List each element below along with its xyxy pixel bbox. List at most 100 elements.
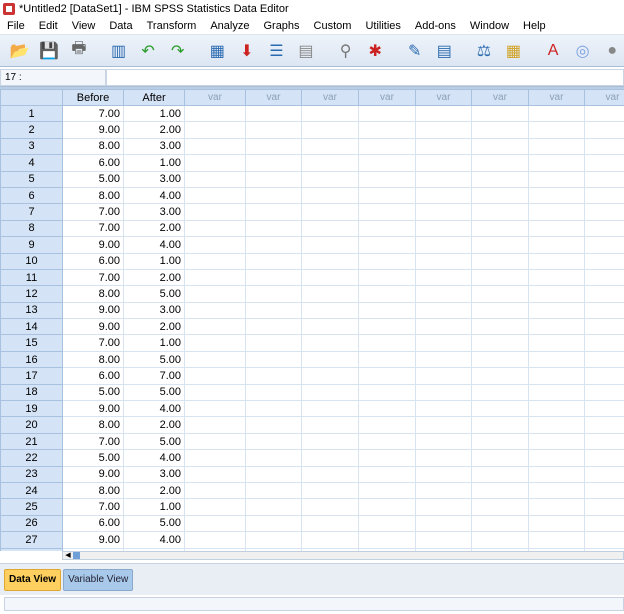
insert-cases-icon[interactable]: ⬇: [235, 39, 259, 63]
grid-cell[interactable]: 4.00: [123, 400, 185, 418]
grid-cell[interactable]: [301, 449, 359, 467]
grid-cell[interactable]: [245, 514, 302, 533]
grid-cell[interactable]: 3.00: [123, 203, 185, 221]
grid-cell[interactable]: [415, 531, 472, 549]
column-header-var-4[interactable]: var: [301, 89, 359, 106]
grid-cell[interactable]: [301, 104, 359, 123]
grid-cell[interactable]: 1.00: [123, 104, 185, 123]
grid-cell[interactable]: [584, 154, 624, 172]
grid-cell[interactable]: [415, 236, 472, 254]
grid-cell[interactable]: 2.00: [123, 219, 185, 238]
grid-cell[interactable]: [184, 531, 246, 549]
grid-cell[interactable]: 9.00: [62, 301, 124, 320]
grid-cell[interactable]: 7.00: [123, 367, 185, 385]
grid-cell[interactable]: [415, 367, 472, 385]
grid-cell[interactable]: 3.00: [123, 137, 185, 156]
grid-cell[interactable]: 4.00: [123, 186, 185, 205]
go-to-case-icon[interactable]: ▦: [205, 39, 229, 63]
grid-cell[interactable]: 9.00: [62, 400, 124, 418]
grid-cell[interactable]: [415, 301, 472, 320]
grid-cell[interactable]: [358, 104, 416, 123]
grid-cell[interactable]: [471, 236, 529, 254]
grid-cell[interactable]: [528, 465, 585, 483]
grid-cell[interactable]: [471, 367, 529, 385]
grid-cell[interactable]: [245, 400, 302, 418]
grid-cell[interactable]: 2.00: [123, 268, 185, 287]
grid-cell[interactable]: [471, 383, 529, 402]
row-header[interactable]: 21: [0, 432, 63, 451]
menu-file[interactable]: File: [0, 20, 32, 32]
grid-cell[interactable]: [584, 268, 624, 287]
grid-cell[interactable]: 8.00: [62, 350, 124, 369]
grid-cell[interactable]: [415, 383, 472, 402]
grid-cell[interactable]: [584, 350, 624, 369]
menu-add-ons[interactable]: Add-ons: [408, 20, 463, 32]
grid-cell[interactable]: [184, 383, 246, 402]
grid-cell[interactable]: [584, 252, 624, 270]
grid-cell[interactable]: 8.00: [62, 481, 124, 500]
grid-cell[interactable]: [358, 367, 416, 385]
grid-cell[interactable]: [528, 334, 585, 352]
grid-cell[interactable]: [301, 334, 359, 352]
grid-cell[interactable]: [301, 252, 359, 270]
grid-cell[interactable]: 1.00: [123, 154, 185, 172]
grid-cell[interactable]: [358, 121, 416, 139]
grid-cell[interactable]: [471, 203, 529, 221]
grid-cell[interactable]: [184, 104, 246, 123]
row-header[interactable]: 17: [0, 367, 63, 385]
grid-cell[interactable]: [528, 268, 585, 287]
grid-cell[interactable]: [184, 465, 246, 483]
spell-check-icon[interactable]: A: [541, 39, 565, 63]
grid-cell[interactable]: [415, 481, 472, 500]
grid-cell[interactable]: [245, 203, 302, 221]
grid-cell[interactable]: [301, 121, 359, 139]
grid-cell[interactable]: [471, 170, 529, 188]
grid-cell[interactable]: [358, 285, 416, 303]
grid-cell[interactable]: [471, 137, 529, 156]
grid-cell[interactable]: [301, 531, 359, 549]
grid-cell[interactable]: [358, 170, 416, 188]
grid-cell[interactable]: [358, 252, 416, 270]
grid-cell[interactable]: [471, 219, 529, 238]
grid-cell[interactable]: [528, 104, 585, 123]
grid-cell[interactable]: [358, 498, 416, 516]
grid-cell[interactable]: 5.00: [123, 285, 185, 303]
grid-cell[interactable]: [184, 121, 246, 139]
row-header[interactable]: 11: [0, 268, 63, 287]
grid-cell[interactable]: [528, 219, 585, 238]
grid-cell[interactable]: [415, 285, 472, 303]
row-header[interactable]: 16: [0, 350, 63, 369]
column-header-var-8[interactable]: var: [528, 89, 585, 106]
grid-cell[interactable]: 7.00: [62, 498, 124, 516]
scroll-thumb[interactable]: [73, 552, 80, 559]
grid-cell[interactable]: [358, 416, 416, 434]
grid-cell[interactable]: [584, 203, 624, 221]
grid-cell[interactable]: 8.00: [62, 416, 124, 434]
grid-cell[interactable]: [471, 449, 529, 467]
grid-cell[interactable]: [301, 514, 359, 533]
grid-cell[interactable]: [358, 334, 416, 352]
grid-cell[interactable]: [415, 219, 472, 238]
grid-cell[interactable]: [358, 432, 416, 451]
grid-cell[interactable]: [245, 416, 302, 434]
tab-data-view[interactable]: Data View: [4, 568, 62, 591]
grid-cell[interactable]: [584, 285, 624, 303]
column-header-var-6[interactable]: var: [415, 89, 472, 106]
grid-cell[interactable]: [184, 318, 246, 336]
grid-cell[interactable]: [301, 481, 359, 500]
menu-graphs[interactable]: Graphs: [256, 20, 306, 32]
grid-cell[interactable]: [245, 154, 302, 172]
row-header[interactable]: 6: [0, 186, 63, 205]
grid-cell[interactable]: [184, 498, 246, 516]
grid-cell[interactable]: [471, 154, 529, 172]
grid-cell[interactable]: 2.00: [123, 481, 185, 500]
grid-cell[interactable]: [415, 104, 472, 123]
grid-cell[interactable]: [245, 465, 302, 483]
menu-edit[interactable]: Edit: [32, 20, 65, 32]
row-header[interactable]: 7: [0, 203, 63, 221]
row-header[interactable]: 12: [0, 285, 63, 303]
grid-cell[interactable]: [245, 121, 302, 139]
grid-cell[interactable]: 6.00: [62, 252, 124, 270]
save-icon[interactable]: 💾: [38, 39, 62, 63]
grid-cell[interactable]: [528, 236, 585, 254]
